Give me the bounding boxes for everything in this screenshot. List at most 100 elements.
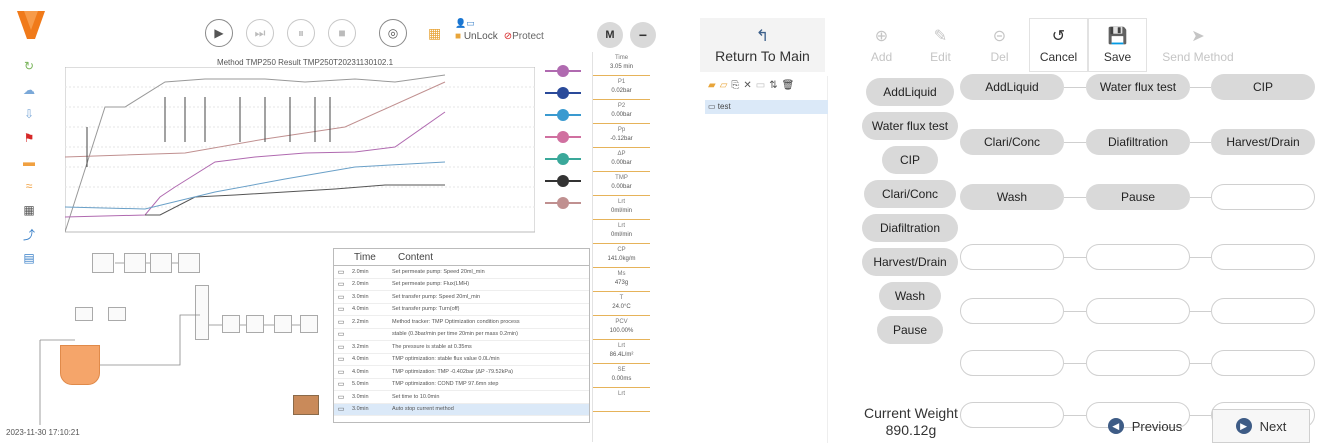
folder-open-icon[interactable]: ▱	[720, 80, 728, 91]
folder-icon[interactable]: ▰	[708, 80, 716, 91]
series-toggle[interactable]	[545, 60, 583, 82]
step-palette-item[interactable]: Wash	[879, 282, 941, 310]
flag-icon[interactable]: ⚑	[18, 127, 40, 149]
sequence-step[interactable]: AddLiquid	[960, 74, 1064, 100]
trend-icon[interactable]: ⤴	[18, 223, 40, 245]
stop-button[interactable]: ■	[328, 19, 356, 47]
sequence-slot-empty[interactable]	[1086, 298, 1190, 324]
sequence-connector	[1190, 363, 1211, 364]
close-icon[interactable]: ✕	[743, 80, 751, 91]
readings-panel: Time 3.05 min P1 0.02bar P2 0.00bar Pp -0.12bar…	[592, 52, 650, 442]
grid-icon[interactable]: ▦	[18, 199, 40, 221]
series-toggle[interactable]	[545, 148, 583, 170]
log-row[interactable]: ▭ 4.0min TMP optimization: stable flux val…	[334, 354, 589, 366]
step-palette-item[interactable]: AddLiquid	[866, 78, 954, 106]
cancel-button[interactable]: ↺ Cancel	[1029, 18, 1088, 72]
target-button[interactable]: ◎	[379, 19, 407, 47]
step-palette-item[interactable]: Clari/Conc	[864, 180, 956, 208]
save-button[interactable]: 💾 Save	[1088, 18, 1147, 72]
log-row[interactable]: ▭ 2.0min Set permeate pump: Flux(LMH)	[334, 279, 589, 291]
step-button[interactable]: ⏭	[246, 19, 274, 47]
series-toggle[interactable]	[545, 104, 583, 126]
log-header-content[interactable]: Content	[392, 252, 433, 263]
tree-node-test[interactable]: ▭ test	[705, 100, 828, 114]
log-row[interactable]: ▭ 3.0min Set transfer pump: Speed 20ml_min	[334, 291, 589, 304]
sequence-slot-empty[interactable]	[1086, 244, 1190, 270]
sequence-slot-empty[interactable]	[1211, 244, 1315, 270]
doc-icon[interactable]: ▭	[756, 80, 765, 91]
log-row[interactable]: ▭ 3.0min Set time to 10.0min	[334, 391, 589, 404]
send-method-button[interactable]: ➤ Send Method	[1147, 18, 1249, 72]
sequence-connector	[1064, 197, 1086, 198]
sequence-slot-empty[interactable]	[1211, 184, 1315, 210]
step-palette-item[interactable]: CIP	[882, 146, 938, 174]
log-row[interactable]: ▭ 2.2min Method tracker: TMP Optimization …	[334, 316, 589, 329]
step-palette-item[interactable]: Diafiltration	[862, 214, 958, 242]
avatar[interactable]: M	[597, 22, 623, 48]
sequence-connector	[1190, 197, 1211, 198]
step-palette-item[interactable]: Pause	[877, 316, 943, 344]
sequence-step[interactable]: Water flux test	[1086, 74, 1190, 100]
sequence-step[interactable]: Harvest/Drain	[1211, 129, 1315, 155]
sequence-step[interactable]: Pause	[1086, 184, 1190, 210]
left-toolbar: ↻ ☁ ⇩ ⚑ ▬ ≈ ▦ ⤴ ▤	[18, 55, 40, 271]
pause-button[interactable]: ⏸	[287, 19, 315, 47]
protect-button[interactable]: ⊘Protect	[504, 31, 544, 42]
log-row[interactable]: ▭ 3.2min The pressure is stable at 0.35ms	[334, 341, 589, 354]
trash-icon[interactable]: 🗑	[782, 80, 795, 91]
step-palette-item[interactable]: Harvest/Drain	[862, 248, 958, 276]
log-row[interactable]: ▭ 3.0min Auto stop current method	[334, 403, 589, 416]
log-row[interactable]: ▭ 4.0min Set transfer pump: Turn(off)	[334, 304, 589, 316]
sequence-step[interactable]: Clari/Conc	[960, 129, 1064, 155]
sequence-connector	[1190, 87, 1211, 88]
sequence-slot-empty[interactable]	[1211, 350, 1315, 376]
log-header-time[interactable]: Time	[334, 252, 392, 263]
step-palette-item[interactable]: Water flux test	[862, 112, 958, 140]
series-toggle[interactable]	[545, 192, 583, 214]
del-button[interactable]: ⊝ Del	[970, 18, 1029, 72]
warning-icon[interactable]: ▬	[18, 151, 40, 173]
next-button[interactable]: ▶ Next	[1212, 409, 1310, 443]
sort-icon[interactable]: ⇅	[769, 80, 777, 91]
add-button[interactable]: ⊕ Add	[852, 18, 911, 72]
reading-item: ΔP 0.00bar	[593, 148, 650, 172]
sequence-step[interactable]: Diafiltration	[1086, 129, 1190, 155]
refresh-icon[interactable]: ↻	[18, 55, 40, 77]
log-row[interactable]: ▭ 4.0min TMP optimization: TMP -0.402bar (…	[334, 366, 589, 379]
reading-item: Lrt	[593, 388, 650, 412]
sequence-connector	[1064, 415, 1086, 416]
cloud-icon[interactable]: ☁	[18, 79, 40, 101]
sequence-slot-empty[interactable]	[960, 298, 1064, 324]
sequence-slot-empty[interactable]	[960, 244, 1064, 270]
series-toggle[interactable]	[545, 170, 583, 192]
unlock-button[interactable]: ■ UnLock	[455, 31, 498, 42]
log-row[interactable]: ▭ 2.0min Set permeate pump: Speed 20ml_min	[334, 266, 589, 279]
return-main-button[interactable]: ↰ Return To Main	[700, 18, 825, 72]
series-toggle[interactable]	[545, 82, 583, 104]
sequence-slot-empty[interactable]	[960, 402, 1064, 428]
user-area: 👤▭ ■ UnLock ⊘Protect	[455, 18, 544, 42]
log-icon: ▭	[337, 343, 345, 351]
return-main-label: Return To Main	[715, 48, 810, 64]
log-icon: ▭	[337, 268, 345, 276]
edit-button[interactable]: ✎ Edit	[911, 18, 970, 72]
previous-button[interactable]: ◀ Previous	[1100, 409, 1190, 443]
play-button[interactable]: ▶	[205, 19, 233, 47]
download-icon[interactable]: ⇩	[18, 103, 40, 125]
sequence-slot-empty[interactable]	[1086, 350, 1190, 376]
alert-icon[interactable]: ≈	[18, 175, 40, 197]
log-row[interactable]: ▭ 5.0min TMP optimization: COND TMP 97.6mn…	[334, 379, 589, 391]
minimize-button[interactable]: −	[630, 22, 656, 48]
report-icon[interactable]: ▦	[428, 18, 441, 48]
sequence-step[interactable]: CIP	[1211, 74, 1315, 100]
log-icon: ▭	[337, 293, 345, 301]
sequence-slot-empty[interactable]	[960, 350, 1064, 376]
reading-item: TMP 0.00bar	[593, 172, 650, 196]
log-row[interactable]: ▭ stable (0.3bar/min per time 20min per m…	[334, 329, 589, 341]
current-weight-value: 890.12g	[885, 422, 937, 438]
sequence-slot-empty[interactable]	[1211, 298, 1315, 324]
sequence-step[interactable]: Wash	[960, 184, 1064, 210]
cancel-icon: ↺	[1051, 28, 1066, 45]
copy-icon[interactable]: ⎘	[731, 80, 739, 91]
series-toggle[interactable]	[545, 126, 583, 148]
